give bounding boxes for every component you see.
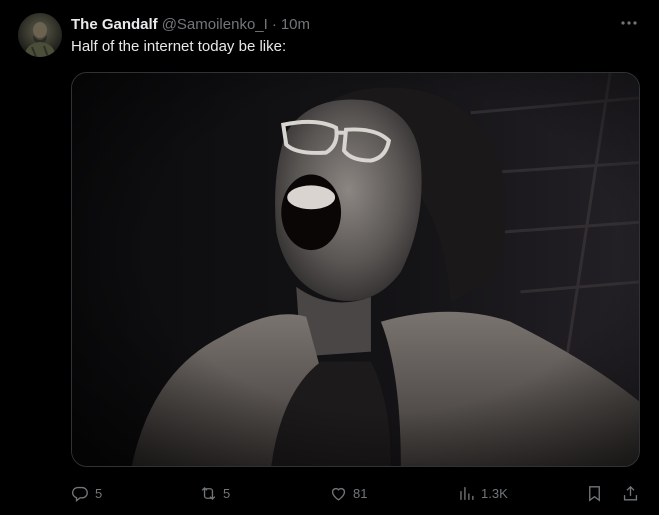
tweet-text: Half of the internet today be like:: [71, 38, 287, 55]
screaming-person-photo: [72, 73, 639, 466]
tweet[interactable]: The Gandalf @Samoilenko_I · 10m Half of …: [0, 0, 659, 515]
share-icon: [623, 485, 638, 501]
tweet-timestamp[interactable]: 10m: [281, 16, 310, 33]
repost-count: 5: [223, 485, 231, 501]
tweet-media-image[interactable]: [71, 72, 640, 467]
author-handle[interactable]: @Samoilenko_I: [162, 16, 268, 33]
heart-icon: [331, 487, 346, 501]
repost-icon: [201, 486, 216, 500]
more-horizontal-icon: [621, 21, 637, 25]
like-count: 81: [353, 485, 368, 501]
avatar-image: [24, 22, 56, 57]
tweet-header: The Gandalf @Samoilenko_I · 10m: [71, 14, 639, 34]
bookmark-button[interactable]: [585, 480, 604, 506]
reply-count: 5: [95, 485, 103, 501]
views-chart-icon: [460, 486, 474, 500]
share-button[interactable]: [621, 480, 640, 506]
author-display-name[interactable]: The Gandalf: [71, 16, 158, 33]
bookmark-icon: [589, 485, 600, 502]
views-count: 1.3K: [481, 485, 508, 501]
avatar[interactable]: [18, 13, 62, 57]
tweet-actions-bar: 5 5 81 1.3K: [71, 480, 641, 506]
views-button[interactable]: 1.3K: [457, 480, 508, 506]
reply-button[interactable]: 5: [71, 480, 102, 506]
like-button[interactable]: 81: [329, 480, 367, 506]
reply-icon: [71, 486, 88, 502]
repost-button[interactable]: 5: [199, 480, 230, 506]
more-options-button[interactable]: [618, 12, 640, 34]
separator-dot: ·: [271, 15, 277, 33]
